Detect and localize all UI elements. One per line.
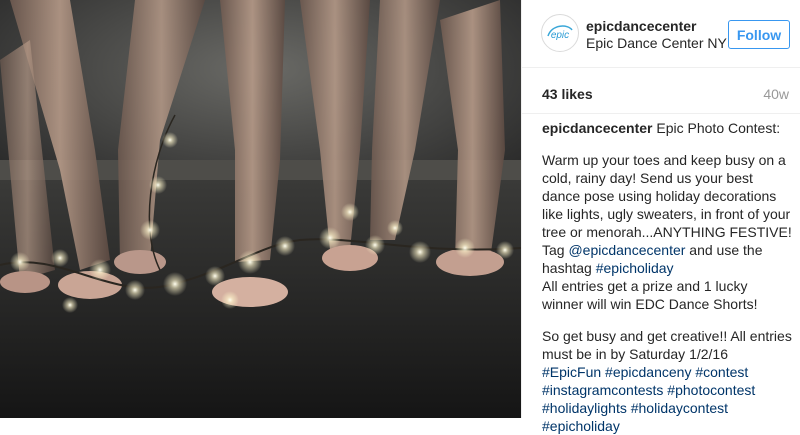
avatar[interactable]: epic: [541, 14, 579, 52]
hashtag-link[interactable]: #epicdanceny: [605, 364, 691, 380]
hashtag-link[interactable]: #EpicFun: [542, 364, 601, 380]
post-details-panel: epic epicdancecenter Epic Dance Center N…: [521, 0, 800, 434]
likes-count[interactable]: 43 likes: [542, 86, 593, 102]
dance-photo-image: [0, 0, 521, 418]
hashtag-link[interactable]: #holidaycontest: [631, 400, 728, 416]
hashtag-link[interactable]: #contest: [695, 364, 748, 380]
post-header: epic epicdancecenter Epic Dance Center N…: [522, 0, 800, 68]
post-time: 40w: [763, 86, 789, 102]
profile-username[interactable]: epicdancecenter: [586, 18, 697, 34]
post-photo[interactable]: [0, 0, 521, 418]
caption-title: epicdancecenter Epic Photo Contest:: [542, 119, 792, 137]
hashtag-link[interactable]: #instagramcontests: [542, 382, 663, 398]
follow-button[interactable]: Follow: [728, 20, 790, 49]
post-caption: epicdancecenter Epic Photo Contest: Warm…: [542, 119, 792, 435]
hashtag-link[interactable]: #holidaylights: [542, 400, 627, 416]
hashtag-link[interactable]: #epicholiday: [596, 260, 674, 276]
epic-logo-icon: epic: [547, 25, 573, 41]
caption-body: Warm up your toes and keep busy on a col…: [542, 151, 792, 277]
caption-hashtags: #EpicFun #epicdanceny #contest #instagra…: [542, 363, 792, 435]
mention-link[interactable]: @epicdancecenter: [568, 242, 685, 258]
profile-full-name: Epic Dance Center NY: [586, 35, 727, 51]
post-stats: 43 likes 40w: [522, 68, 800, 114]
caption-username[interactable]: epicdancecenter: [542, 120, 653, 136]
caption-prize-text: All entries get a prize and 1 lucky winn…: [542, 278, 758, 312]
avatar-logo-text: epic: [551, 30, 569, 41]
caption-deadline-text: So get busy and get creative!! All entri…: [542, 328, 792, 362]
hashtag-link[interactable]: #epicholiday: [542, 418, 620, 434]
caption-title-text: Epic Photo Contest:: [652, 120, 781, 136]
hashtag-link[interactable]: #photocontest: [667, 382, 755, 398]
